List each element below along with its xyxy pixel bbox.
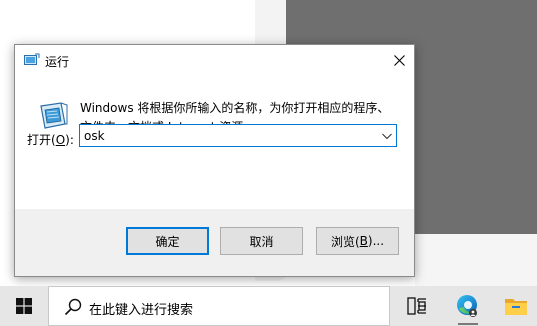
taskbar: 在此键入进行搜索 (0, 286, 537, 326)
run-dialog: 运行 Windows 将根据你所输入的名称，为你打开相应的程序、 文件夹、文档或… (14, 44, 415, 277)
ok-button[interactable]: 确定 (126, 227, 209, 255)
edge-taskbar-button[interactable] (449, 286, 485, 326)
close-icon (393, 55, 405, 66)
browse-label-prefix: 浏览( (330, 234, 360, 249)
browse-button[interactable]: 浏览(B)... (316, 227, 399, 255)
file-explorer-icon (505, 299, 527, 315)
task-view-icon (407, 297, 426, 315)
dialog-titlebar[interactable]: 运行 (15, 45, 414, 76)
run-icon (40, 102, 68, 129)
cancel-button[interactable]: 取消 (220, 227, 303, 255)
search-placeholder: 在此键入进行搜索 (89, 303, 194, 318)
ok-button-label: 确定 (155, 234, 180, 249)
edge-active-indicator (458, 323, 478, 325)
task-view-button[interactable] (400, 286, 434, 326)
edge-icon (457, 295, 477, 317)
browse-label-accelerator: B (359, 234, 368, 248)
browse-label-suffix: )... (367, 234, 385, 248)
open-label-prefix: 打开( (27, 133, 56, 147)
open-label-suffix: ): (65, 133, 74, 147)
open-label: 打开(O): (27, 131, 74, 148)
chevron-down-icon[interactable] (381, 131, 393, 141)
open-input[interactable] (84, 127, 374, 144)
file-explorer-taskbar-button[interactable] (498, 286, 534, 326)
open-combobox[interactable] (79, 124, 397, 147)
windows-start-icon (16, 298, 32, 314)
desktop-strip (415, 234, 537, 286)
run-app-icon (24, 53, 40, 65)
search-icon (64, 298, 82, 316)
open-label-accelerator: O (55, 133, 66, 147)
cancel-button-label: 取消 (249, 234, 274, 249)
dialog-title: 运行 (45, 55, 70, 69)
close-button[interactable] (384, 45, 414, 76)
start-button[interactable] (0, 286, 48, 326)
taskbar-search-box[interactable]: 在此键入进行搜索 (48, 286, 390, 326)
